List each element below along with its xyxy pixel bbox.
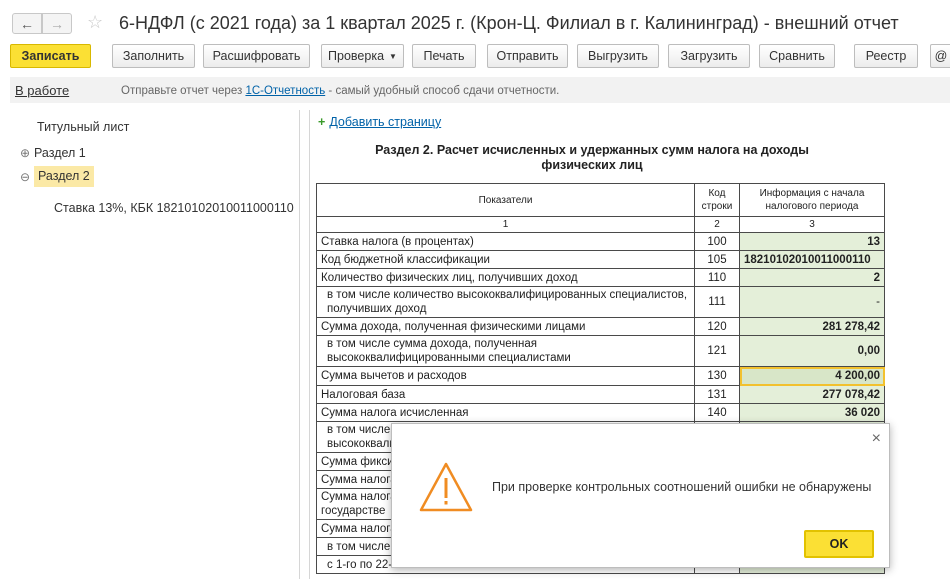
row-value[interactable]: 277 078,42 — [739, 385, 885, 404]
back-button[interactable]: ← — [12, 13, 42, 34]
favorite-star-icon[interactable]: ☆ — [87, 12, 103, 33]
decode-button[interactable]: Расшифровать — [203, 44, 310, 68]
row-code: 105 — [694, 250, 740, 269]
tree-item-label: Раздел 2 — [34, 166, 94, 187]
row-label: Сумма вычетов и расходов — [316, 366, 695, 386]
row-value[interactable]: 13 — [739, 232, 885, 251]
plus-icon: + — [318, 115, 326, 129]
sections-tree: Титульный лист ⊕ Раздел 1 ⊖ Раздел 2 Ставк… — [10, 110, 300, 579]
more-button[interactable]: @ — [930, 44, 950, 68]
status-message-text: Отправьте отчет через — [121, 85, 246, 97]
row-label: Сумма дохода, полученная физическими лиц… — [316, 317, 695, 336]
row-label: в том числе сумма дохода, полученная выс… — [316, 335, 695, 367]
upload-button[interactable]: Выгрузить — [577, 44, 659, 68]
table-row: Сумма вычетов и расходов 130 4 200,00 — [316, 366, 885, 386]
print-button[interactable]: Печать — [412, 44, 476, 68]
header-info: Информация с начала налогового периода — [739, 183, 885, 217]
row-code: 111 — [694, 286, 740, 318]
add-page-label: Добавить страницу — [329, 115, 442, 129]
status-bar: В работе Отправьте отчет через 1С-Отчетн… — [10, 77, 950, 103]
section-title: Раздел 2. Расчет исчисленных и удержанны… — [375, 143, 809, 172]
row-label-line: в том числе — [327, 424, 391, 436]
row-value[interactable]: 0,00 — [739, 335, 885, 367]
header-indicator: Показатели — [316, 183, 695, 217]
window-title: 6-НДФЛ (с 2021 года) за 1 квартал 2025 г… — [119, 13, 899, 33]
row-value[interactable]: 281 278,42 — [739, 317, 885, 336]
registry-button[interactable]: Реестр — [854, 44, 918, 68]
table-row: в том числе количество высококвалифициро… — [316, 286, 885, 318]
toolbar: Записать Заполнить Расшифровать Проверка… — [0, 44, 950, 74]
row-label: Количество физических лиц, получивших до… — [316, 268, 695, 287]
column-number: 3 — [739, 216, 885, 233]
row-label: Сумма налога исчисленная — [316, 403, 695, 422]
row-value[interactable]: 2 — [739, 268, 885, 287]
tree-item-rate-13[interactable]: Ставка 13%, КБК 18210102010011000110 — [54, 201, 294, 215]
collapse-icon[interactable]: ⊖ — [20, 170, 34, 184]
row-code: 120 — [694, 317, 740, 336]
row-value-focused[interactable]: 4 200,00 — [739, 366, 885, 386]
title-bar: ← → ☆ 6-НДФЛ (с 2021 года) за 1 квартал … — [0, 0, 950, 44]
forward-button[interactable]: → — [42, 13, 72, 34]
check-button-label: Проверка — [328, 49, 385, 63]
row-code: 100 — [694, 232, 740, 251]
column-number: 2 — [694, 216, 740, 233]
table-row: в том числе сумма дохода, полученная выс… — [316, 335, 885, 367]
table-row: Налоговая база 131 277 078,42 — [316, 385, 885, 404]
tree-item-section-1[interactable]: ⊕ Раздел 1 — [20, 146, 86, 160]
row-label-line: Сумма налога — [321, 491, 397, 503]
tree-item-label: Раздел 1 — [34, 146, 86, 160]
send-button[interactable]: Отправить — [487, 44, 568, 68]
row-code: 140 — [694, 403, 740, 422]
row-label: Налоговая база — [316, 385, 695, 404]
expand-icon[interactable]: ⊕ — [20, 146, 34, 160]
table-row: Ставка налога (в процентах) 100 13 — [316, 232, 885, 251]
row-label: Код бюджетной классификации — [316, 250, 695, 269]
1c-reporting-link[interactable]: 1С-Отчетность — [245, 85, 325, 97]
row-label: Ставка налога (в процентах) — [316, 232, 695, 251]
check-dropdown-button[interactable]: Проверка ▼ — [321, 44, 404, 68]
table-row: Сумма налога исчисленная 140 36 020 — [316, 403, 885, 422]
tree-item-section-2[interactable]: ⊖ Раздел 2 — [20, 166, 94, 187]
info-dialog: × При проверке контрольных соотношений о… — [391, 423, 890, 568]
row-code: 121 — [694, 335, 740, 367]
status-link[interactable]: В работе — [15, 83, 69, 98]
header-code: Код строки — [694, 183, 740, 217]
compare-button[interactable]: Сравнить — [759, 44, 835, 68]
row-value[interactable]: - — [739, 286, 885, 318]
row-label-line: государстве — [321, 505, 386, 517]
tree-item-title-sheet[interactable]: Титульный лист — [37, 120, 129, 134]
arrow-right-icon: → — [50, 15, 64, 32]
row-code: 131 — [694, 385, 740, 404]
table-row: Сумма дохода, полученная физическими лиц… — [316, 317, 885, 336]
load-button[interactable]: Загрузить — [668, 44, 750, 68]
table-row: Код бюджетной классификации 105 18210102… — [316, 250, 885, 269]
status-message: Отправьте отчет через 1С-Отчетность - са… — [121, 85, 559, 97]
warning-icon — [419, 462, 473, 512]
close-icon[interactable]: × — [872, 430, 881, 448]
add-page-link[interactable]: + Добавить страницу — [318, 115, 441, 129]
row-label: в том числе количество высококвалифициро… — [316, 286, 695, 318]
fill-button[interactable]: Заполнить — [112, 44, 195, 68]
row-label-line: высококвали — [327, 438, 396, 450]
column-number: 1 — [316, 216, 695, 233]
status-message-tail: - самый удобный способ сдачи отчетности. — [325, 85, 560, 97]
row-value[interactable]: 18210102010011000110 — [739, 250, 885, 269]
row-code: 110 — [694, 268, 740, 287]
row-value[interactable]: 36 020 — [739, 403, 885, 422]
ok-button[interactable]: OK — [804, 530, 874, 558]
dropdown-caret-icon: ▼ — [389, 51, 397, 61]
row-code: 130 — [694, 366, 740, 386]
dialog-message: При проверке контрольных соотношений оши… — [492, 480, 872, 494]
table-row: Количество физических лиц, получивших до… — [316, 268, 885, 287]
arrow-left-icon: ← — [20, 15, 34, 32]
record-button[interactable]: Записать — [10, 44, 91, 68]
